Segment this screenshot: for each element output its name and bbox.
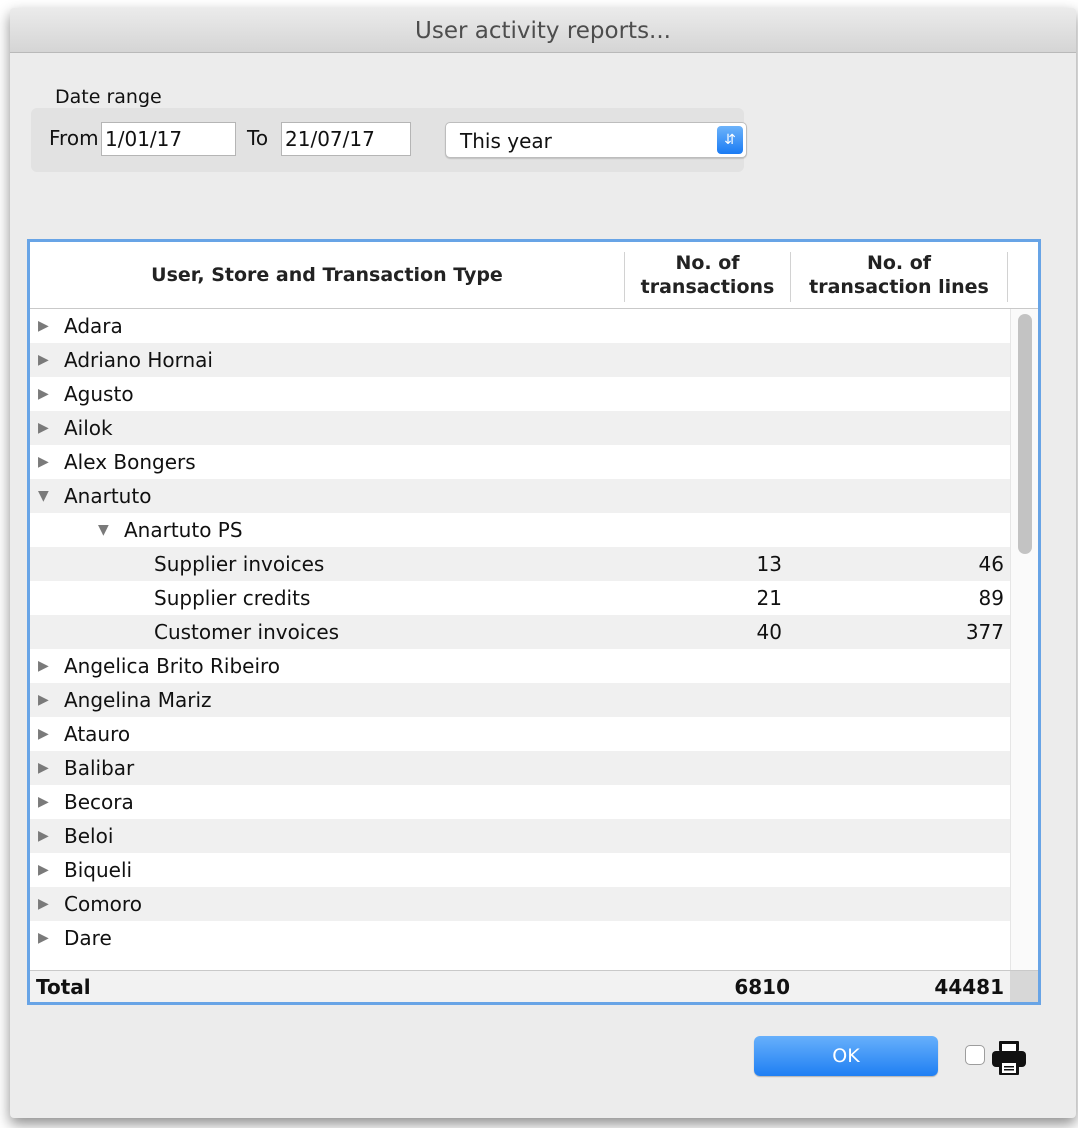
- table-row[interactable]: Customer invoices 40 377: [30, 615, 1010, 649]
- table-row[interactable]: ▶ Becora: [30, 785, 1010, 819]
- total-label: Total: [36, 975, 91, 999]
- disclosure-triangle-right-icon[interactable]: ▶: [38, 683, 49, 717]
- row-name: Anartuto PS: [124, 518, 243, 542]
- table-row[interactable]: ▶ Alex Bongers: [30, 445, 1010, 479]
- column-header-user-store-type[interactable]: User, Store and Transaction Type: [30, 242, 624, 308]
- printer-icon[interactable]: [989, 1038, 1029, 1078]
- table-body: ▶ Adara ▶ Adriano Hornai ▶ Agusto ▶ Ailok ▶ Alex …: [30, 309, 1010, 969]
- total-transactions: 6810: [734, 975, 790, 999]
- row-name: Beloi: [64, 824, 114, 848]
- disclosure-triangle-right-icon[interactable]: ▶: [38, 377, 49, 411]
- disclosure-triangle-right-icon[interactable]: ▶: [38, 309, 49, 343]
- from-date-field[interactable]: 1/01/17: [101, 122, 236, 156]
- table-row[interactable]: ▶ Angelica Brito Ribeiro: [30, 649, 1010, 683]
- disclosure-triangle-right-icon[interactable]: ▶: [38, 853, 49, 887]
- print-checkbox[interactable]: [965, 1045, 985, 1065]
- row-name: Angelica Brito Ribeiro: [64, 654, 281, 678]
- user-activity-reports-dialog: User activity reports... Date range From…: [10, 8, 1076, 1118]
- row-name: Angelina Mariz: [64, 688, 212, 712]
- table-row[interactable]: ▶ Dare: [30, 921, 1010, 955]
- table-row[interactable]: ▶ Biqueli: [30, 853, 1010, 887]
- table-row[interactable]: ▼ Anartuto: [30, 479, 1010, 513]
- table-row[interactable]: Supplier invoices 13 46: [30, 547, 1010, 581]
- row-transaction-lines: 89: [978, 586, 1004, 610]
- table-row[interactable]: ▶ Atauro: [30, 717, 1010, 751]
- vertical-scrollbar[interactable]: [1010, 309, 1038, 972]
- table-row[interactable]: Supplier credits 21 89: [30, 581, 1010, 615]
- to-date-field[interactable]: 21/07/17: [281, 122, 411, 156]
- window-title: User activity reports...: [10, 8, 1076, 53]
- table-row[interactable]: ▼ Anartuto PS: [30, 513, 1010, 547]
- row-name: Customer invoices: [154, 620, 340, 644]
- disclosure-triangle-right-icon[interactable]: ▶: [38, 717, 49, 751]
- row-transactions: 40: [756, 620, 782, 644]
- disclosure-triangle-right-icon[interactable]: ▶: [38, 411, 49, 445]
- row-name: Atauro: [64, 722, 131, 746]
- disclosure-triangle-right-icon[interactable]: ▶: [38, 921, 49, 955]
- disclosure-triangle-right-icon[interactable]: ▶: [38, 343, 49, 377]
- table-row[interactable]: ▶ Agusto: [30, 377, 1010, 411]
- column-header-transactions[interactable]: No. of transactions: [625, 242, 790, 308]
- table-header: User, Store and Transaction Type No. of …: [30, 242, 1038, 309]
- row-name: Anartuto: [64, 484, 152, 508]
- ok-button[interactable]: OK: [754, 1036, 938, 1076]
- total-transaction-lines: 44481: [934, 975, 1004, 999]
- scrollbar-thumb[interactable]: [1018, 314, 1032, 554]
- date-range-label: Date range: [55, 86, 162, 108]
- table-row[interactable]: ▶ Angelina Mariz: [30, 683, 1010, 717]
- table-row[interactable]: ▶ Ailok: [30, 411, 1010, 445]
- row-transaction-lines: 46: [978, 552, 1004, 576]
- table-row[interactable]: ▶ Adara: [30, 309, 1010, 343]
- disclosure-triangle-right-icon[interactable]: ▶: [38, 887, 49, 921]
- from-label: From: [49, 126, 99, 150]
- disclosure-triangle-right-icon[interactable]: ▶: [38, 819, 49, 853]
- row-transaction-lines: 377: [965, 620, 1004, 644]
- table-row[interactable]: ▶ Beloi: [30, 819, 1010, 853]
- row-name: Supplier invoices: [154, 552, 325, 576]
- row-name: Becora: [64, 790, 134, 814]
- activity-table[interactable]: User, Store and Transaction Type No. of …: [27, 239, 1041, 1005]
- disclosure-triangle-right-icon[interactable]: ▶: [38, 649, 49, 683]
- table-row[interactable]: ▶ Balibar: [30, 751, 1010, 785]
- date-preset-select[interactable]: This year ⇵: [445, 122, 747, 158]
- row-name: Supplier credits: [154, 586, 311, 610]
- row-name: Dare: [64, 926, 112, 950]
- date-preset-value: This year: [460, 129, 552, 153]
- row-name: Adriano Hornai: [64, 348, 213, 372]
- scrollbar-corner: [1010, 971, 1038, 1002]
- row-name: Biqueli: [64, 858, 133, 882]
- disclosure-triangle-down-icon[interactable]: ▼: [98, 513, 109, 547]
- disclosure-triangle-right-icon[interactable]: ▶: [38, 445, 49, 479]
- row-transactions: 21: [756, 586, 782, 610]
- row-name: Comoro: [64, 892, 142, 916]
- disclosure-triangle-right-icon[interactable]: ▶: [38, 751, 49, 785]
- disclosure-triangle-down-icon[interactable]: ▼: [38, 479, 49, 513]
- row-name: Balibar: [64, 756, 135, 780]
- column-header-transaction-lines[interactable]: No. of transaction lines: [791, 242, 1007, 308]
- row-name: Ailok: [64, 416, 113, 440]
- total-row: Total 6810 44481: [30, 970, 1038, 1002]
- to-label: To: [247, 126, 269, 150]
- table-row[interactable]: ▶ Comoro: [30, 887, 1010, 921]
- row-name: Alex Bongers: [64, 450, 196, 474]
- chevron-up-down-icon: ⇵: [717, 126, 743, 154]
- column-divider: [1007, 252, 1008, 302]
- row-name: Agusto: [64, 382, 134, 406]
- row-transactions: 13: [756, 552, 782, 576]
- column-header-transaction-lines-label: No. of transaction lines: [809, 252, 989, 298]
- column-header-transactions-label: No. of transactions: [640, 252, 775, 298]
- table-row[interactable]: ▶ Adriano Hornai: [30, 343, 1010, 377]
- row-name: Adara: [64, 314, 123, 338]
- disclosure-triangle-right-icon[interactable]: ▶: [38, 785, 49, 819]
